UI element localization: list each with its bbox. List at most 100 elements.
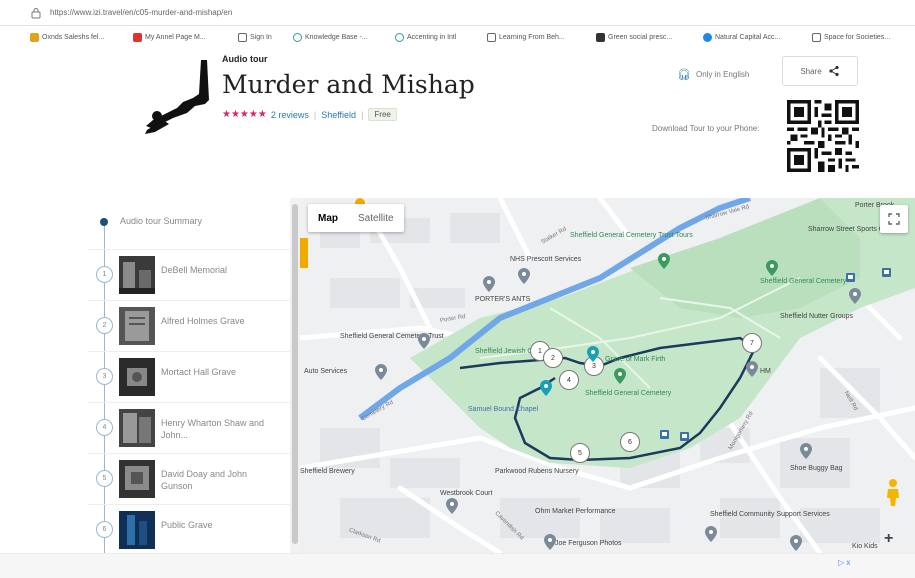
map-label[interactable]: Sheffield Nutter Groups xyxy=(780,313,853,320)
share-button[interactable]: Share xyxy=(782,56,858,86)
attraction-pin-icon[interactable] xyxy=(587,346,599,362)
stop-number: 1 xyxy=(96,266,113,283)
map-label[interactable]: Sheffield Community Support Services xyxy=(710,511,830,518)
location-pin-icon[interactable] xyxy=(375,364,387,380)
stop-thumbnail xyxy=(119,409,155,447)
stop-name: Henry Wharton Shaw and John... xyxy=(161,418,265,440)
tour-header: Audio tour Murder and Mishap ★★★★★ 2 rev… xyxy=(0,48,915,198)
price-badge: Free xyxy=(368,108,397,121)
map-label[interactable]: Auto Services xyxy=(304,368,347,375)
location-pin-icon[interactable] xyxy=(518,268,530,284)
map-label[interactable]: Westbrook Court xyxy=(440,490,492,497)
map-stop-marker[interactable]: 2 xyxy=(543,348,563,368)
stop-item[interactable]: 5 David Doay and John Gunson xyxy=(88,454,290,505)
bus-stop-icon[interactable] xyxy=(660,430,669,439)
stop-item[interactable]: 1 DeBell Memorial xyxy=(88,250,290,301)
map-label[interactable]: Shoe Buggy Bag xyxy=(790,465,843,472)
map-label[interactable]: HM xyxy=(760,368,771,375)
map-label[interactable]: Ohm Market Performance xyxy=(535,508,616,515)
bus-stop-icon[interactable] xyxy=(882,268,891,277)
map-label[interactable]: Kio Kids xyxy=(852,543,878,550)
bookmark-item[interactable]: Learning From Beh... xyxy=(487,31,565,43)
location-pin-icon[interactable] xyxy=(849,288,861,304)
stop-name: Public Grave xyxy=(161,520,213,530)
bookmark-item[interactable]: Space for Societies... xyxy=(812,31,890,43)
stop-number: 6 xyxy=(96,521,113,538)
audio-summary-item[interactable]: Audio tour Summary xyxy=(88,198,290,250)
map-tab[interactable]: Map xyxy=(308,204,348,232)
qr-code[interactable] xyxy=(787,100,859,172)
summary-dot xyxy=(100,218,108,226)
download-text: Download Tour to your Phone: xyxy=(652,124,760,133)
bookmark-item[interactable]: Natural Capital Acc... xyxy=(703,31,780,43)
fullscreen-icon xyxy=(888,213,900,225)
bookmark-item[interactable]: Oxnds Saleshs fel... xyxy=(30,31,104,43)
map-label[interactable]: Sheffield General Cemetery Trust Tours xyxy=(570,232,693,239)
location-pin-icon[interactable] xyxy=(418,333,430,349)
park-pin-icon[interactable] xyxy=(766,260,778,276)
park-pin-icon[interactable] xyxy=(614,368,626,384)
city-link[interactable]: Sheffield xyxy=(321,110,356,120)
location-pin-icon[interactable] xyxy=(705,526,717,542)
map-label[interactable]: NHS Prescott Services xyxy=(510,256,581,263)
bookmark-item[interactable]: My Annel Page M... xyxy=(133,31,206,43)
ad-choices-icon[interactable]: ▷ x xyxy=(838,558,850,567)
sidebar-scrollbar[interactable] xyxy=(290,198,300,553)
bus-stop-icon[interactable] xyxy=(846,273,855,282)
map-label[interactable]: Sheffield Brewery xyxy=(300,468,355,475)
park-pin-icon[interactable] xyxy=(658,253,670,269)
map-stop-marker[interactable]: 4 xyxy=(559,370,579,390)
lock-icon xyxy=(31,8,41,19)
stop-thumbnail xyxy=(119,511,155,549)
fullscreen-button[interactable] xyxy=(880,205,908,233)
share-label: Share xyxy=(800,66,822,76)
map-label[interactable]: Sheffield General Cemetery xyxy=(760,278,846,285)
bus-stop-icon[interactable] xyxy=(680,432,689,441)
page-icon xyxy=(238,32,247,42)
location-pin-icon[interactable] xyxy=(483,276,495,292)
map-canvas[interactable]: Sheffield General Cemetery Trust Tours N… xyxy=(300,198,915,553)
stop-thumbnail xyxy=(119,256,155,294)
stop-item[interactable]: 2 Alfred Holmes Grave xyxy=(88,301,290,352)
url-text: https://www.izi.travel/en/c05-murder-and… xyxy=(50,8,233,17)
location-pin-icon[interactable] xyxy=(446,498,458,514)
stop-name: David Doay and John Gunson xyxy=(161,469,248,491)
map-label[interactable]: Parkwood Rubens Nursery xyxy=(495,468,579,475)
zoom-in-button[interactable]: + xyxy=(884,530,893,548)
bookmark-icon xyxy=(596,32,605,42)
stop-item[interactable]: 6 Public Grave xyxy=(88,505,290,556)
map-stop-marker[interactable]: 7 xyxy=(742,333,762,353)
map-label[interactable]: Joe Ferguson Photos xyxy=(555,540,622,547)
separator: | xyxy=(313,109,317,120)
stop-number: 2 xyxy=(96,317,113,334)
stop-thumbnail xyxy=(119,358,155,396)
map-label[interactable]: Sheffield General Cemetery xyxy=(585,390,671,397)
stop-item[interactable]: 4 Henry Wharton Shaw and John... xyxy=(88,403,290,454)
address-bar[interactable]: https://www.izi.travel/en/c05-murder-and… xyxy=(0,0,915,26)
tour-kicker: Audio tour xyxy=(222,54,268,64)
summary-label: Audio tour Summary xyxy=(120,216,203,226)
bookmark-item[interactable]: Knowledge Base -... xyxy=(293,31,368,43)
bookmark-item[interactable]: Green social presc... xyxy=(596,31,672,43)
map-label[interactable]: Grave of Mark Firth xyxy=(605,356,665,363)
stop-number: 4 xyxy=(96,419,113,436)
scrollbar-thumb[interactable] xyxy=(292,204,298,544)
location-pin-icon[interactable] xyxy=(800,443,812,459)
bookmark-item[interactable]: Sign In xyxy=(238,31,272,43)
map-stop-marker[interactable]: 5 xyxy=(570,443,590,463)
street-view-pegman-icon[interactable] xyxy=(883,478,903,506)
stop-name: Mortact Hall Grave xyxy=(161,367,237,377)
globe-icon xyxy=(395,32,404,42)
location-pin-icon[interactable] xyxy=(544,534,556,550)
language-text: Only in English xyxy=(695,70,750,79)
attraction-pin-icon[interactable] xyxy=(540,380,552,396)
rating-stars: ★★★★★ xyxy=(222,109,267,120)
reviews-link[interactable]: 2 reviews xyxy=(271,110,309,120)
map-label[interactable]: Samuel Bound Chapel xyxy=(468,406,538,413)
map-stop-marker[interactable]: 6 xyxy=(620,432,640,452)
bookmark-item[interactable]: Accenting in Intl xyxy=(395,31,456,43)
satellite-tab[interactable]: Satellite xyxy=(348,204,404,232)
location-pin-icon[interactable] xyxy=(790,535,802,551)
stop-item[interactable]: 3 Mortact Hall Grave xyxy=(88,352,290,403)
location-pin-icon[interactable] xyxy=(746,361,758,377)
